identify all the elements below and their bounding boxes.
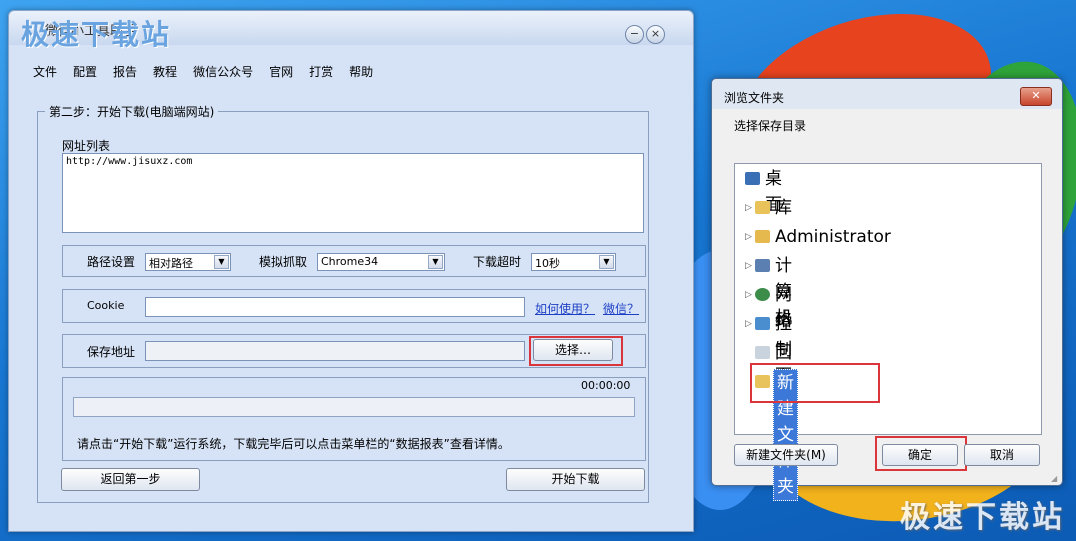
how-to-use-link[interactable]: 如何使用？ bbox=[535, 300, 595, 317]
expand-arrow-icon[interactable]: ▷ bbox=[745, 224, 753, 250]
menu-item-report[interactable]: 报告 bbox=[113, 63, 137, 80]
cookie-label: Cookie bbox=[87, 299, 125, 312]
expand-arrow-icon[interactable]: ▷ bbox=[745, 195, 753, 221]
dialog-body: 选择保存目录 桌面 ▷ 库 ▷ Administrator ▷ 计算机 ▷ 网络… bbox=[712, 109, 1062, 501]
simulate-select[interactable]: Chrome34 ▼ bbox=[317, 253, 445, 271]
network-icon bbox=[755, 288, 770, 301]
expand-arrow-icon[interactable]: ▷ bbox=[745, 282, 753, 308]
cancel-button[interactable]: 取消 bbox=[964, 444, 1040, 466]
dialog-close-button[interactable]: ✕ bbox=[1020, 87, 1052, 106]
control-panel-icon bbox=[755, 317, 770, 330]
start-download-button[interactable]: 开始下载 bbox=[506, 468, 645, 491]
timeout-select-value: 10秒 bbox=[535, 257, 560, 270]
main-titlebar[interactable]: 微信小工具助手 极速下载站 − × bbox=[9, 11, 693, 51]
path-select[interactable]: 相对路径 ▼ bbox=[145, 253, 231, 271]
resize-grip-icon[interactable]: ◢ bbox=[1051, 474, 1059, 483]
browse-folder-dialog: 浏览文件夹 ✕ 选择保存目录 桌面 ▷ 库 ▷ Administrator ▷ … bbox=[711, 78, 1063, 501]
url-list-label: 网址列表 bbox=[62, 139, 111, 153]
cookie-input[interactable] bbox=[145, 297, 525, 317]
path-label: 路径设置 bbox=[87, 255, 136, 269]
highlight-box bbox=[875, 436, 967, 471]
menu-item-wechat-account[interactable]: 微信公众号 bbox=[193, 63, 253, 80]
timeout-select[interactable]: 10秒 ▼ bbox=[531, 253, 616, 271]
minimize-button[interactable]: − bbox=[625, 25, 644, 44]
expand-arrow-icon[interactable]: ▷ bbox=[745, 253, 753, 279]
simulate-label: 模拟抓取 bbox=[259, 255, 308, 269]
menu-item-help[interactable]: 帮助 bbox=[349, 63, 373, 80]
menu-item-website[interactable]: 官网 bbox=[269, 63, 293, 80]
menu-item-tutorial[interactable]: 教程 bbox=[153, 63, 177, 80]
recycle-bin-icon bbox=[755, 346, 770, 359]
highlight-box bbox=[750, 363, 880, 403]
dialog-title: 浏览文件夹 bbox=[724, 91, 785, 105]
close-button[interactable]: × bbox=[646, 25, 665, 44]
desktop-icon bbox=[745, 172, 760, 185]
menu-item-donate[interactable]: 打赏 bbox=[309, 63, 333, 80]
menu-bar: 文件 配置 报告 教程 微信公众号 官网 打赏 帮助 bbox=[33, 63, 389, 83]
user-folder-icon bbox=[755, 230, 770, 243]
new-folder-button[interactable]: 新建文件夹(M) bbox=[734, 444, 838, 466]
library-icon bbox=[755, 201, 770, 214]
progress-bar bbox=[73, 397, 635, 417]
path-select-value: 相对路径 bbox=[149, 257, 193, 270]
chevron-down-icon[interactable]: ▼ bbox=[214, 255, 229, 269]
chevron-down-icon[interactable]: ▼ bbox=[428, 255, 443, 269]
save-path-label: 保存地址 bbox=[87, 345, 136, 359]
computer-icon bbox=[755, 259, 770, 272]
group-title: 第二步：开始下载(电脑端网站) bbox=[45, 103, 219, 120]
desktop-watermark: 极速下载站 bbox=[900, 500, 1065, 535]
main-window: 微信小工具助手 极速下载站 − × 文件 配置 报告 教程 微信公众号 官网 打赏 帮助 第二… bbox=[8, 10, 694, 532]
chevron-down-icon[interactable]: ▼ bbox=[599, 255, 614, 269]
menu-item-file[interactable]: 文件 bbox=[33, 63, 57, 80]
dialog-subtitle: 选择保存目录 bbox=[734, 119, 807, 133]
status-text: 请点击“开始下载”运行系统，下载完毕后可以点击菜单栏的“数据报表”查看详情。 bbox=[77, 437, 510, 451]
menu-item-config[interactable]: 配置 bbox=[73, 63, 97, 80]
watermark-logo: 极速下载站 bbox=[21, 18, 172, 51]
back-button[interactable]: 返回第一步 bbox=[61, 468, 200, 491]
url-list-textarea[interactable]: http://www.jisuxz.com bbox=[62, 153, 644, 233]
simulate-select-value: Chrome34 bbox=[321, 255, 379, 268]
save-path-input[interactable] bbox=[145, 341, 525, 361]
elapsed-time: 00:00:00 bbox=[581, 379, 631, 392]
highlight-box bbox=[529, 336, 623, 366]
timeout-label: 下载超时 bbox=[473, 255, 522, 269]
expand-arrow-icon[interactable]: ▷ bbox=[745, 311, 753, 337]
wechat-link[interactable]: 微信？ bbox=[603, 300, 639, 317]
